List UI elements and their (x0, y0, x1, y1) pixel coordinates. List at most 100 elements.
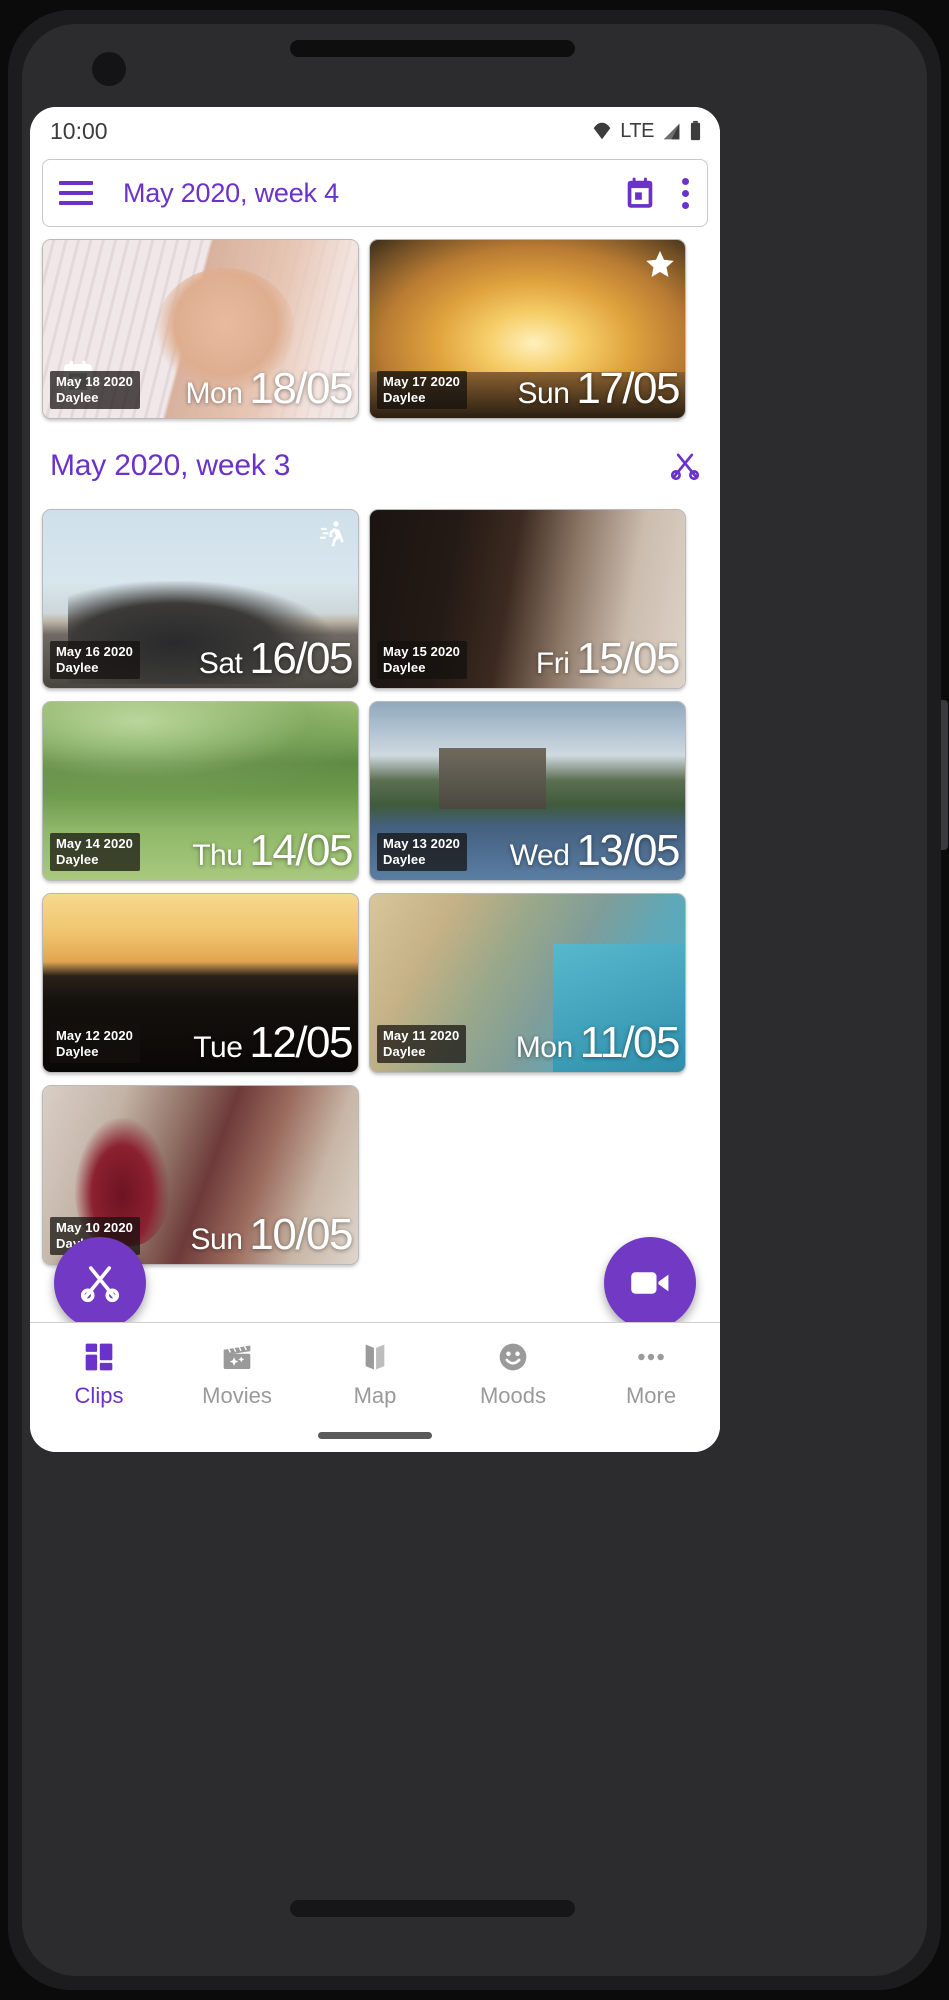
clip-date-overlay: Tue 12/05 (193, 1018, 353, 1068)
cut-fab-button[interactable] (54, 1237, 146, 1329)
clip-card[interactable]: May 14 2020 Daylee Thu 14/05 (42, 701, 359, 881)
week3-card-row: May 14 2020 Daylee Thu 14/05 May 13 2020… (42, 701, 708, 881)
clip-meta-chip: May 17 2020 Daylee (377, 371, 467, 409)
clip-day-month: 15/05 (576, 634, 680, 683)
clip-day-month: 13/05 (576, 826, 680, 875)
nav-label: More (625, 1383, 677, 1408)
signal-icon (663, 123, 680, 139)
clip-date-overlay: Sat 16/05 (199, 634, 354, 684)
clip-meta-chip: May 16 2020 Daylee (50, 641, 140, 679)
status-bar: 10:00 LTE (30, 107, 720, 155)
nav-item-clips[interactable]: Clips (30, 1339, 168, 1409)
week-title: May 2020, week 3 (50, 449, 291, 482)
clip-author-label: Daylee (383, 1043, 426, 1059)
clip-author-label: Daylee (383, 851, 426, 867)
clip-card[interactable]: May 17 2020 Daylee Sun 17/05 (369, 239, 686, 419)
nav-item-more[interactable]: More (582, 1339, 720, 1409)
clip-author-label: Daylee (56, 851, 99, 867)
scissors-icon[interactable] (668, 449, 702, 483)
clip-card[interactable]: May 11 2020 Daylee Mon 11/05 (369, 893, 686, 1073)
clip-day-of-week: Sun (190, 1223, 243, 1256)
clip-date-overlay: Sun 17/05 (517, 364, 681, 414)
map-icon (359, 1339, 391, 1375)
clip-day-of-week: Mon (185, 377, 243, 410)
clip-day-of-week: Fri (535, 647, 570, 680)
clip-card[interactable]: May 15 2020 Daylee Fri 15/05 (369, 509, 686, 689)
bottom-speaker-grille (290, 1900, 575, 1917)
clip-meta-chip: May 18 2020 Daylee (50, 371, 140, 409)
clip-date-overlay: Sun 10/05 (190, 1210, 354, 1260)
overflow-menu-icon[interactable] (681, 177, 689, 209)
clip-meta-chip: May 15 2020 Daylee (377, 641, 467, 679)
home-indicator (318, 1432, 432, 1439)
clip-card[interactable]: May 12 2020 Daylee Tue 12/05 (42, 893, 359, 1073)
clip-day-month: 17/05 (576, 364, 680, 413)
clip-author-label: Daylee (383, 659, 426, 675)
week4-card-row: May 18 2020 Daylee Mon 18/05 May 17 2020 (42, 239, 708, 419)
star-badge-icon (646, 250, 674, 277)
toolbar-actions (625, 177, 689, 209)
clip-day-of-week: Tue (193, 1031, 243, 1064)
nav-item-map[interactable]: Map (306, 1339, 444, 1409)
scissors-icon (80, 1266, 120, 1303)
clip-card[interactable]: May 16 2020 Daylee Sat 16/05 (42, 509, 359, 689)
phone-device-frame: 10:00 LTE May 2020, week 4 May 18 2020 D… (0, 0, 949, 2000)
clip-card[interactable]: May 18 2020 Daylee Mon 18/05 (42, 239, 359, 419)
clip-date-overlay: Thu 14/05 (192, 826, 353, 876)
week3-card-row: May 16 2020 Daylee Sat 16/05 May 15 2020… (42, 509, 708, 689)
clip-date-label: May 13 2020 (383, 836, 460, 852)
clip-date-overlay: Fri 15/05 (535, 634, 681, 684)
clip-day-month: 14/05 (249, 826, 353, 875)
clip-author-label: Daylee (56, 389, 99, 405)
clip-author-label: Daylee (56, 1043, 99, 1059)
clip-day-of-week: Thu (192, 839, 243, 872)
nav-label: Movies (202, 1383, 272, 1408)
network-type-label: LTE (620, 119, 654, 142)
clip-card[interactable]: May 13 2020 Daylee Wed 13/05 (369, 701, 686, 881)
clip-date-label: May 16 2020 (56, 644, 133, 660)
record-video-fab-button[interactable] (604, 1237, 696, 1329)
phone-screen: 10:00 LTE May 2020, week 4 May 18 2020 D… (30, 107, 720, 1452)
status-icon-group: LTE (591, 120, 702, 143)
status-clock: 10:00 (50, 117, 108, 144)
clip-day-month: 16/05 (249, 634, 353, 683)
clapperboard-icon (221, 1339, 253, 1375)
video-camera-icon (631, 1272, 669, 1294)
clip-date-label: May 15 2020 (383, 644, 460, 660)
clip-meta-chip: May 14 2020 Daylee (50, 833, 140, 871)
nav-label: Moods (479, 1383, 547, 1408)
power-button[interactable] (941, 700, 948, 850)
running-badge-icon (319, 521, 344, 547)
page-title: May 2020, week 4 (123, 177, 339, 208)
clip-meta-chip: May 13 2020 Daylee (377, 833, 467, 871)
battery-icon (690, 120, 701, 141)
nav-label: Map (353, 1383, 397, 1408)
clip-date-overlay: Mon 11/05 (515, 1018, 681, 1068)
nav-item-movies[interactable]: Movies (168, 1339, 306, 1409)
clip-day-month: 18/05 (249, 364, 353, 413)
clip-day-of-week: Wed (509, 839, 570, 872)
clip-day-month: 12/05 (249, 1018, 353, 1067)
clip-date-overlay: Wed 13/05 (509, 826, 681, 876)
clip-meta-chip: May 12 2020 Daylee (50, 1025, 140, 1063)
grid-icon (83, 1339, 115, 1375)
app-toolbar: May 2020, week 4 (42, 159, 708, 227)
clips-feed[interactable]: May 18 2020 Daylee Mon 18/05 May 17 2020 (30, 227, 720, 1387)
clip-day-of-week: Sun (517, 377, 570, 410)
week3-card-row: May 12 2020 Daylee Tue 12/05 May 11 2020… (42, 893, 708, 1073)
clip-day-month: 10/05 (249, 1210, 353, 1259)
clip-author-label: Daylee (56, 659, 99, 675)
earpiece-speaker (290, 40, 575, 57)
week3-card-row: May 10 2020 Daylee Sun 10/05 (42, 1085, 708, 1265)
more-dots-icon (635, 1339, 667, 1375)
smiley-icon (497, 1339, 529, 1375)
clip-date-label: May 18 2020 (56, 374, 133, 390)
clip-day-month: 11/05 (579, 1018, 681, 1067)
nav-item-moods[interactable]: Moods (444, 1339, 582, 1409)
calendar-icon[interactable] (625, 177, 655, 209)
clip-date-label: May 14 2020 (56, 836, 133, 852)
hamburger-menu-icon[interactable] (59, 181, 93, 205)
clip-date-label: May 12 2020 (56, 1028, 133, 1044)
clip-meta-chip: May 11 2020 Daylee (377, 1025, 467, 1063)
clip-day-of-week: Mon (515, 1031, 573, 1064)
